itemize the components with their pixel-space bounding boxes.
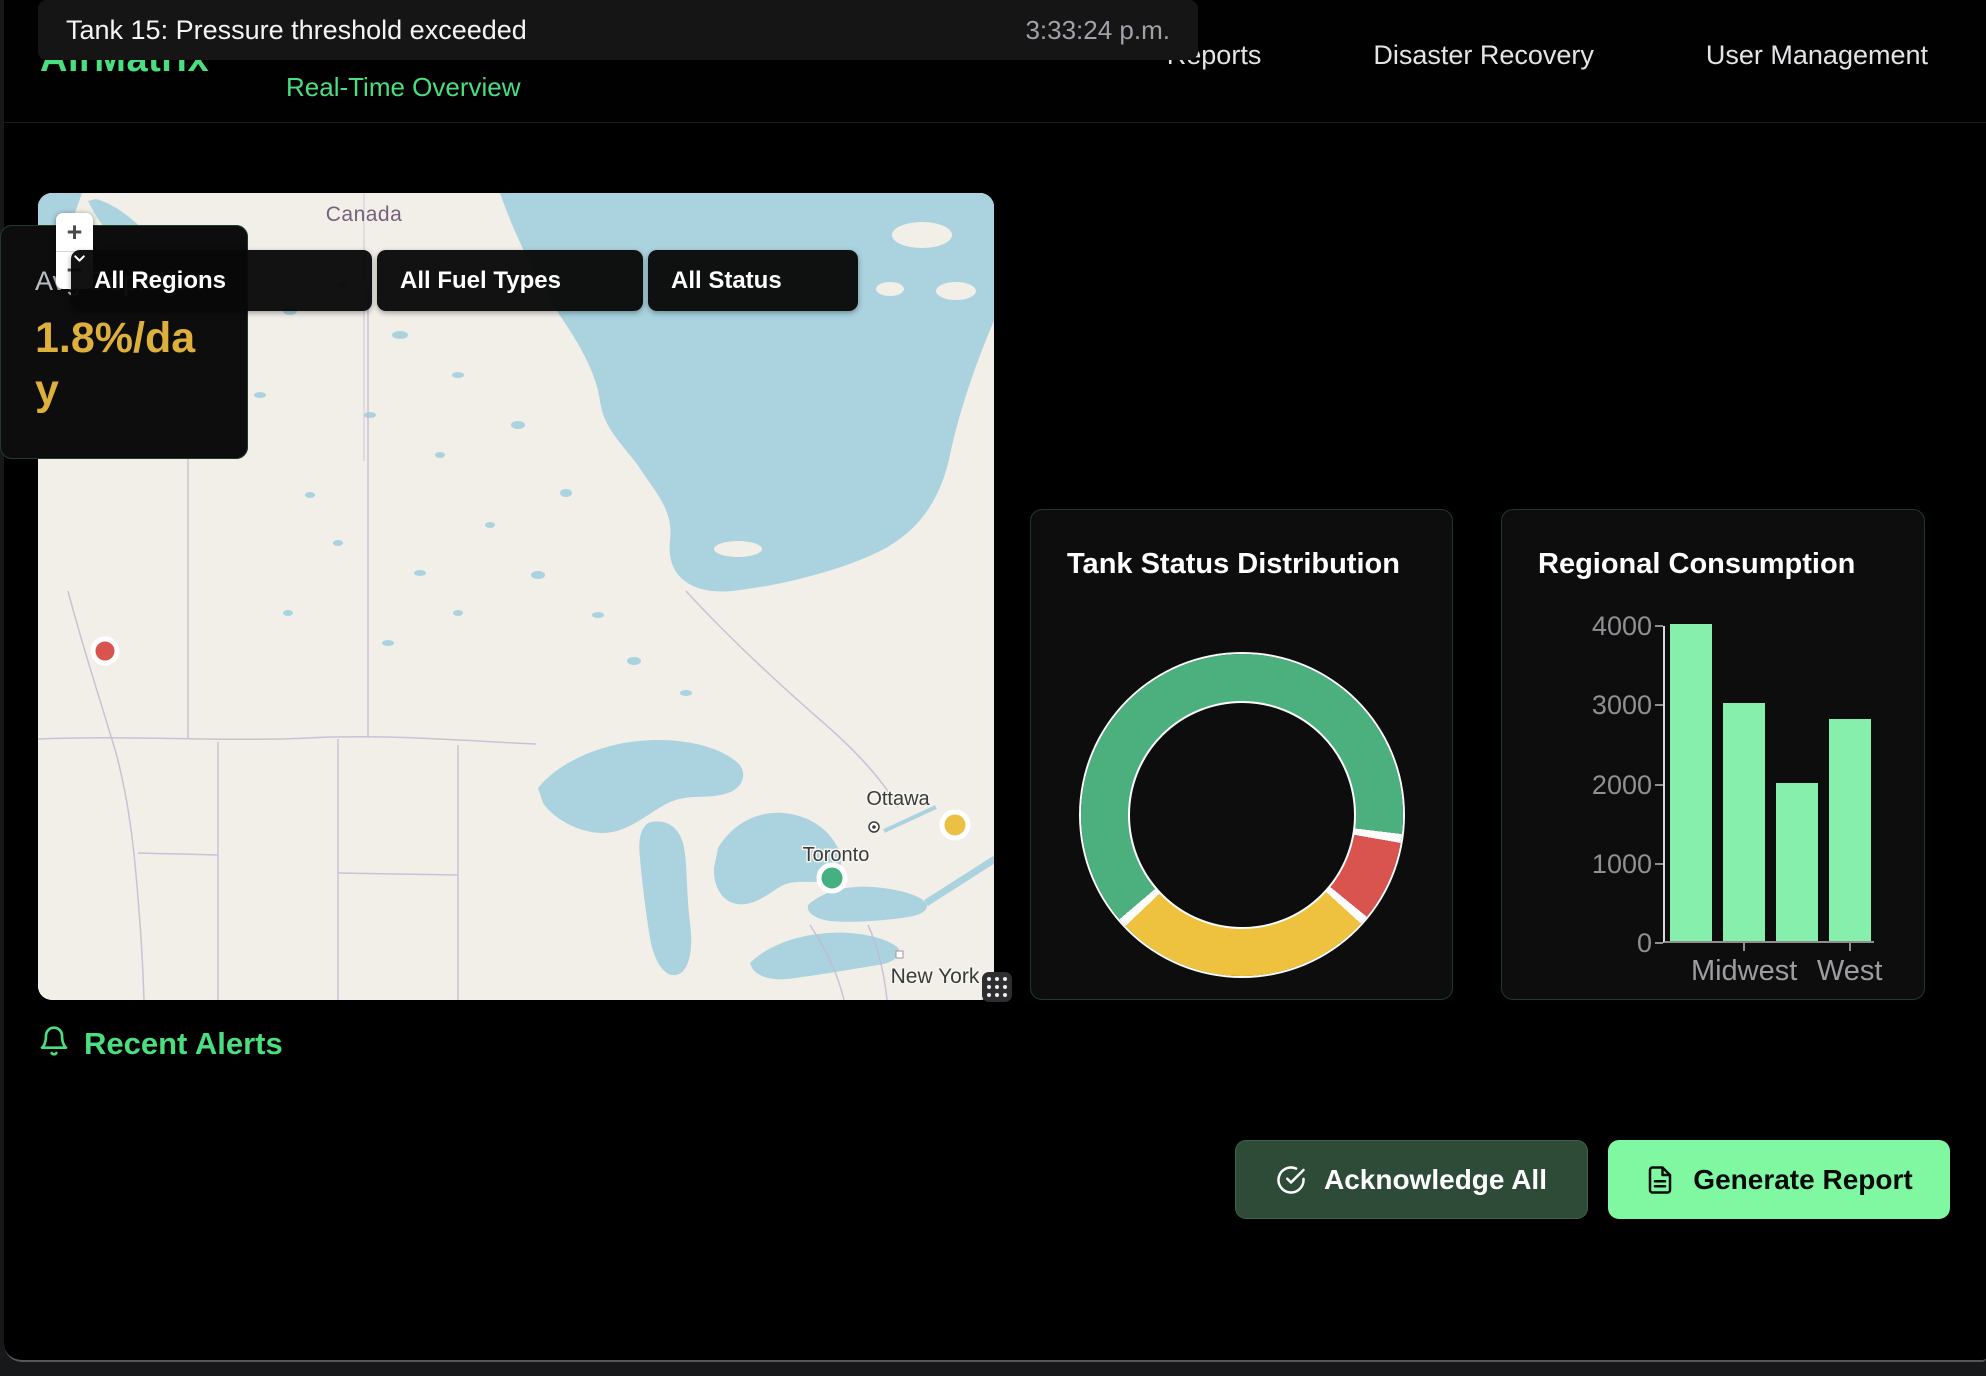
y-axis-label: 1000 bbox=[1592, 848, 1652, 880]
nav-user-management[interactable]: User Management bbox=[1706, 40, 1928, 71]
tank-status-doughnut-chart[interactable] bbox=[1081, 654, 1403, 976]
main-nav: Reports Disaster Recovery User Managemen… bbox=[1167, 40, 1928, 71]
tank-marker-warning[interactable] bbox=[942, 812, 968, 838]
y-axis-label: 2000 bbox=[1592, 769, 1652, 801]
status-filter-dropdown[interactable]: All Status bbox=[648, 250, 858, 311]
town-dot bbox=[896, 951, 903, 958]
page-subtitle: Real-Time Overview bbox=[286, 72, 521, 103]
alert-timestamp: 3:33:24 p.m. bbox=[1025, 15, 1170, 46]
x-axis-label: West bbox=[1770, 955, 1930, 988]
label-ottawa: Ottawa bbox=[866, 788, 930, 810]
map-filters: All Regions All Fuel Types All Status bbox=[71, 250, 858, 311]
nav-disaster-recovery[interactable]: Disaster Recovery bbox=[1373, 40, 1594, 71]
y-axis-label: 4000 bbox=[1592, 610, 1652, 642]
region-filter-dropdown[interactable]: All Regions bbox=[71, 250, 372, 311]
y-tick-mark bbox=[1655, 784, 1663, 786]
resize-handle-icon[interactable] bbox=[982, 972, 1012, 1002]
label-toronto: Toronto bbox=[803, 844, 870, 866]
label-new-york: New York bbox=[891, 965, 980, 988]
tank-marker-normal[interactable] bbox=[819, 865, 845, 891]
app-root: AirMatrix Fuel Monitoring Dashboard Real… bbox=[0, 0, 1986, 1376]
x-tick-mark bbox=[1849, 943, 1851, 951]
regional-consumption-chart-card: Regional Consumption 4000 3000 2000 1000 0 M… bbox=[1501, 509, 1925, 1000]
label-canada: Canada bbox=[326, 203, 403, 226]
generate-report-button[interactable]: Generate Report bbox=[1608, 1140, 1950, 1219]
region-filter-value: All Regions bbox=[94, 267, 226, 295]
alert-message: Tank 15: Pressure threshold exceeded bbox=[66, 15, 527, 46]
zoom-in-button[interactable]: + bbox=[56, 213, 93, 251]
tank-status-chart-card: Tank Status Distribution bbox=[1030, 509, 1453, 1000]
fuel-type-filter-value: All Fuel Types bbox=[400, 267, 561, 295]
chevron-down-icon bbox=[71, 250, 88, 267]
regional-consumption-bar-chart[interactable]: MidwestWest bbox=[1663, 626, 1874, 943]
alert-row[interactable]: Tank 15: Pressure threshold exceeded 3:3… bbox=[38, 0, 1198, 60]
bar bbox=[1723, 703, 1765, 941]
x-tick-mark bbox=[1743, 943, 1745, 951]
stat-value: 1.8%/day bbox=[35, 313, 213, 416]
y-tick-mark bbox=[1655, 863, 1663, 865]
bar bbox=[1829, 719, 1871, 941]
chart-title: Tank Status Distribution bbox=[1067, 548, 1400, 581]
chart-title: Regional Consumption bbox=[1538, 548, 1855, 581]
tank-marker-critical[interactable] bbox=[93, 639, 117, 663]
y-tick-mark bbox=[1655, 625, 1663, 627]
bar bbox=[1670, 624, 1712, 941]
document-icon bbox=[1645, 1165, 1675, 1195]
doughnut-hole bbox=[1128, 701, 1356, 929]
recent-alerts-heading: Recent Alerts bbox=[84, 1026, 283, 1062]
bell-icon bbox=[38, 1025, 70, 1057]
check-circle-icon bbox=[1276, 1165, 1306, 1195]
y-axis-label: 0 bbox=[1637, 927, 1652, 959]
status-filter-value: All Status bbox=[671, 267, 782, 295]
generate-report-label: Generate Report bbox=[1693, 1164, 1912, 1196]
y-tick-mark bbox=[1655, 704, 1663, 706]
bar bbox=[1776, 783, 1818, 942]
bar-chart-y-axis-labels: 40003000200010000 bbox=[1502, 626, 1652, 943]
acknowledge-all-button[interactable]: Acknowledge All bbox=[1235, 1140, 1588, 1219]
y-axis-label: 3000 bbox=[1592, 689, 1652, 721]
y-tick-mark bbox=[1655, 942, 1663, 944]
acknowledge-all-label: Acknowledge All bbox=[1324, 1164, 1547, 1196]
fuel-type-filter-dropdown[interactable]: All Fuel Types bbox=[377, 250, 643, 311]
